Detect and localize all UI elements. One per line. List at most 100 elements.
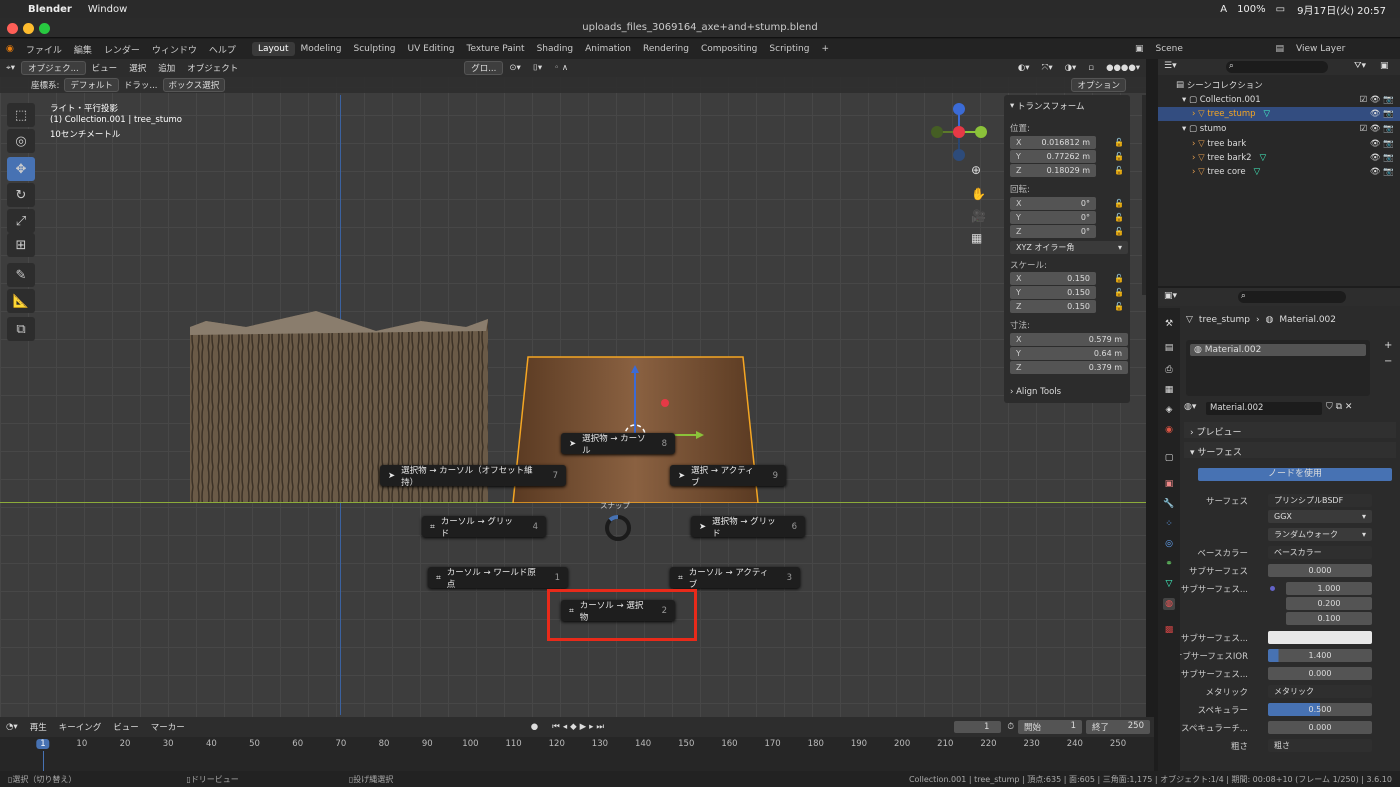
add-workspace-button[interactable]: + xyxy=(815,44,835,54)
proportional-icon[interactable]: ◦ ∧ xyxy=(548,63,574,73)
material-tab-icon[interactable]: ◍ xyxy=(1163,598,1175,610)
render-tab-icon[interactable]: ▤ xyxy=(1163,342,1175,354)
scene-icon[interactable]: ▣ xyxy=(1129,44,1150,54)
slot-remove-button[interactable]: − xyxy=(1384,356,1392,367)
camera-icon[interactable]: 🎥 xyxy=(971,209,986,223)
battery-text[interactable]: 100% xyxy=(1237,4,1266,15)
outliner-row[interactable]: › ▽ tree bark 👁 📷 xyxy=(1158,137,1400,151)
measure-tool-icon[interactable]: 📐 xyxy=(7,289,35,313)
location-z-field[interactable]: Z 0.18029 m xyxy=(1010,164,1096,177)
property-field[interactable]: 0.000 xyxy=(1268,721,1372,734)
scale-z-field[interactable]: Z 0.150 xyxy=(1010,300,1096,313)
pie-item-selection-to-cursor-offset[interactable]: ➤ 選択物 → カーソル（オフセット維持） 7 xyxy=(380,465,566,488)
menu-render[interactable]: レンダー xyxy=(98,43,146,56)
collection-tab-icon[interactable]: ▢ xyxy=(1163,452,1175,464)
tab-compositing[interactable]: Compositing xyxy=(695,42,763,56)
outliner-row[interactable]: ▾ ▢ Collection.001 ☑ 👁 📷 xyxy=(1158,93,1400,107)
pie-item-cursor-to-grid[interactable]: ⌗ カーソル → グリッド 4 xyxy=(422,516,546,539)
options-dropdown[interactable]: オプション xyxy=(1071,78,1126,92)
tab-modeling[interactable]: Modeling xyxy=(295,42,348,56)
properties-type-icon[interactable]: ▣▾ xyxy=(1164,291,1177,301)
blender-logo-icon[interactable]: ◉ xyxy=(0,44,20,54)
move-tool-icon[interactable]: ✥ xyxy=(7,157,35,181)
drag-dropdown[interactable]: ドラッ... xyxy=(119,79,163,91)
output-tab-icon[interactable]: ⎙ xyxy=(1163,364,1175,376)
scale-y-field[interactable]: Y 0.150 xyxy=(1010,286,1096,299)
lock-icon[interactable]: 🔓 xyxy=(1114,274,1124,283)
editor-type-icon[interactable]: ⌖▾ xyxy=(0,63,21,73)
sidebar-tabs[interactable] xyxy=(1142,95,1146,295)
outliner-row[interactable]: › ▽ tree core ▽ 👁 📷 xyxy=(1158,165,1400,179)
annotate-tool-icon[interactable]: ✎ xyxy=(7,263,35,287)
select-tool-icon[interactable]: ⬚ xyxy=(7,103,35,127)
gizmo-icon[interactable]: ⤧▾ xyxy=(1036,63,1059,73)
visibility-icons[interactable]: ☑ 👁 📷 xyxy=(1360,124,1394,134)
property-field[interactable] xyxy=(1268,631,1372,644)
lock-icon[interactable]: 🔓 xyxy=(1114,166,1124,175)
particles-tab-icon[interactable]: ⁘ xyxy=(1163,518,1175,530)
new-collection-icon[interactable]: ▣ xyxy=(1380,61,1389,71)
outliner-row[interactable]: › ▽ tree bark2 ▽ 👁 📷 xyxy=(1158,151,1400,165)
shading-solid-icon[interactable]: ●●●●▾ xyxy=(1100,63,1146,73)
mode-dropdown[interactable]: オブジェク... xyxy=(21,61,86,75)
visibility-icons[interactable]: 👁 📷 xyxy=(1370,139,1394,149)
app-menu[interactable]: Blender xyxy=(28,4,72,15)
visibility-icon[interactable]: ◐▾ xyxy=(1012,63,1036,73)
lock-icon[interactable]: 🔓 xyxy=(1114,227,1124,236)
filter-icon[interactable]: ⛛▾ xyxy=(1354,61,1366,71)
scene-tab-icon[interactable]: ◈ xyxy=(1163,404,1175,416)
outliner-row[interactable]: ▾ ▢ stumo ☑ 👁 📷 xyxy=(1158,122,1400,136)
timeline-view-menu[interactable]: ビュー xyxy=(107,721,145,733)
current-frame-field[interactable]: 1 xyxy=(953,721,1002,733)
transform-header[interactable]: ▾ トランスフォーム xyxy=(1010,99,1126,112)
start-frame-field[interactable]: 開始 1 xyxy=(1018,720,1082,734)
view-layer-name[interactable]: View Layer xyxy=(1290,44,1400,54)
world-tab-icon[interactable]: ◉ xyxy=(1163,424,1175,436)
navigation-gizmo[interactable] xyxy=(926,103,992,167)
cursor-tool-icon[interactable]: ◎ xyxy=(7,129,35,153)
outliner-row-selected[interactable]: › ▽ tree_stump ▽ 👁 📷 xyxy=(1158,107,1400,121)
playhead[interactable] xyxy=(43,751,44,771)
tab-sculpting[interactable]: Sculpting xyxy=(348,42,402,56)
dim-x-field[interactable]: X 0.579 m xyxy=(1010,333,1128,346)
battery-icon[interactable]: ▭ xyxy=(1276,4,1285,15)
physics-tab-icon[interactable]: ◎ xyxy=(1163,538,1175,550)
transform-tool-icon[interactable]: ⊞ xyxy=(7,233,35,257)
playback-controls[interactable]: ⏮◂◆▶▸⏭ xyxy=(552,722,607,732)
material-slot-list[interactable]: ◍ Material.002 xyxy=(1186,340,1370,396)
property-field[interactable]: ベースカラー xyxy=(1268,546,1372,559)
pie-item-cursor-to-world-origin[interactable]: ⌗ カーソル → ワールド原点 1 xyxy=(428,567,568,590)
lock-icon[interactable]: 🔓 xyxy=(1114,288,1124,297)
view-menu[interactable]: ビュー xyxy=(86,62,124,74)
texture-tab-icon[interactable]: ▩ xyxy=(1163,624,1175,636)
3d-viewport[interactable]: ⌖▾ オブジェク... ビュー 選択 追加 オブジェクト グロ... ⊙▾ ⌷▾… xyxy=(0,59,1146,717)
scene-name[interactable]: Scene xyxy=(1149,44,1269,54)
keying-menu[interactable]: キーイング xyxy=(53,721,108,733)
minimize-button[interactable] xyxy=(23,23,34,34)
dim-y-field[interactable]: Y 0.64 m xyxy=(1010,347,1128,360)
tab-texture-paint[interactable]: Texture Paint xyxy=(460,42,530,56)
tab-scripting[interactable]: Scripting xyxy=(763,42,815,56)
select-menu[interactable]: 選択 xyxy=(123,62,152,74)
property-field[interactable]: 1.400 xyxy=(1268,649,1372,662)
record-button[interactable]: ● xyxy=(531,722,538,732)
menu-file[interactable]: ファイル xyxy=(20,43,68,56)
view-layer-tab-icon[interactable]: ▦ xyxy=(1163,384,1175,396)
outliner-row[interactable]: ▤ シーンコレクション xyxy=(1158,78,1400,92)
property-field[interactable]: ランダムウォーク ▾ xyxy=(1268,528,1372,541)
use-nodes-button[interactable]: ノードを使用 xyxy=(1198,468,1392,481)
scale-x-field[interactable]: X 0.150 xyxy=(1010,272,1096,285)
outliner-type-icon[interactable]: ☰▾ xyxy=(1164,61,1177,71)
location-x-field[interactable]: X 0.016812 m xyxy=(1010,136,1096,149)
overlay-icon[interactable]: ◑▾ xyxy=(1059,63,1083,73)
rotate-tool-icon[interactable]: ↻ xyxy=(7,183,35,207)
property-field[interactable]: 0.000 xyxy=(1268,667,1372,680)
rotation-mode-dropdown[interactable]: XYZ オイラー角 ▾ xyxy=(1010,241,1128,254)
zoom-button[interactable] xyxy=(39,23,50,34)
preview-panel-header[interactable]: › プレビュー xyxy=(1184,422,1396,438)
material-name-field[interactable]: Material.002 xyxy=(1206,402,1322,415)
property-field[interactable]: 0.500 xyxy=(1268,703,1372,716)
select-box-dropdown[interactable]: ボックス選択 xyxy=(162,78,226,92)
object-tab-icon[interactable]: ▣ xyxy=(1163,478,1175,490)
data-tab-icon[interactable]: ▽ xyxy=(1163,578,1175,590)
